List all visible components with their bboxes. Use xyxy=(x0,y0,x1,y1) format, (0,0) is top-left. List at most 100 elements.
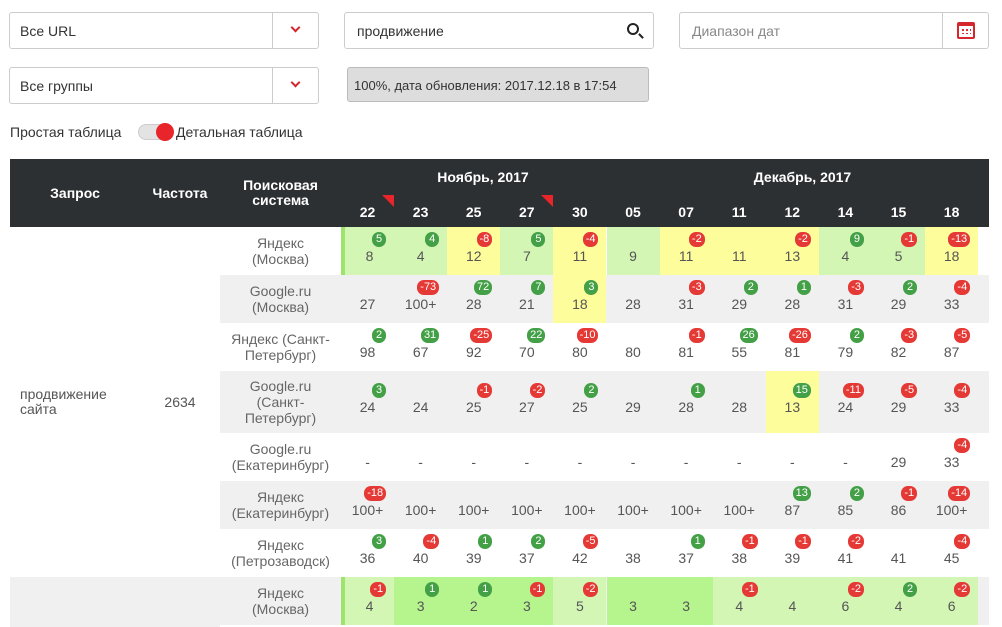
position-cell[interactable]: 13 15 xyxy=(765,371,819,433)
position-cell[interactable]: 3 xyxy=(606,577,660,625)
position-cell[interactable]: 18 -13 xyxy=(925,227,979,275)
header-frequency[interactable]: Частота xyxy=(140,185,220,201)
position-cell[interactable]: 11 -2 xyxy=(659,227,713,275)
position-cell[interactable]: 80 xyxy=(607,323,660,371)
position-cell[interactable]: 3 xyxy=(659,577,713,625)
position-cell[interactable]: 100+ -73 xyxy=(394,275,447,323)
position-cell[interactable]: 33 -4 xyxy=(925,371,978,433)
position-cell[interactable]: 24 xyxy=(394,371,447,433)
position-cell[interactable]: 31 -3 xyxy=(819,275,872,323)
position-cell[interactable]: 27 xyxy=(341,275,394,323)
position-cell[interactable]: 92 -25 xyxy=(447,323,500,371)
position-cell[interactable]: 100+ -18 xyxy=(341,481,394,529)
date-header[interactable]: 18 xyxy=(925,204,978,220)
url-select-toggle[interactable] xyxy=(272,13,318,48)
position-cell[interactable]: 87 13 xyxy=(766,481,819,529)
position-cell[interactable]: 98 2 xyxy=(341,323,394,371)
position-cell[interactable]: - xyxy=(819,433,872,481)
position-cell[interactable]: 3 -1 xyxy=(500,577,554,625)
calendar-button[interactable] xyxy=(942,13,988,48)
position-cell[interactable]: 36 3 xyxy=(341,529,394,577)
date-header[interactable]: 07 xyxy=(660,204,713,220)
position-cell[interactable]: 55 26 xyxy=(713,323,766,371)
position-cell[interactable]: 82 -3 xyxy=(872,323,925,371)
position-cell[interactable]: 29 xyxy=(872,433,925,481)
group-select-toggle[interactable] xyxy=(272,68,318,103)
simple-table-label[interactable]: Простая таблица xyxy=(10,124,121,140)
position-cell[interactable]: 12 -8 xyxy=(447,227,501,275)
date-header[interactable]: 11 xyxy=(713,204,766,220)
position-cell[interactable]: 40 -4 xyxy=(394,529,447,577)
group-select[interactable]: Все группы xyxy=(9,67,319,104)
position-cell[interactable]: 37 1 xyxy=(660,529,713,577)
position-cell[interactable]: 100+ xyxy=(713,481,766,529)
date-range-field[interactable] xyxy=(679,12,989,49)
position-cell[interactable]: 11 xyxy=(712,227,766,275)
position-cell[interactable]: 24 -11 xyxy=(819,371,872,433)
position-cell[interactable]: - xyxy=(447,433,500,481)
position-cell[interactable]: 9 xyxy=(606,227,660,275)
position-cell[interactable]: 4 -1 xyxy=(341,577,395,625)
position-cell[interactable]: 4 -1 xyxy=(712,577,766,625)
position-cell[interactable]: 29 2 xyxy=(872,275,925,323)
date-range-input[interactable] xyxy=(690,22,930,40)
position-cell[interactable]: 100+ xyxy=(660,481,713,529)
position-cell[interactable]: 11 -4 xyxy=(553,227,607,275)
position-cell[interactable]: 100+ xyxy=(394,481,447,529)
position-cell[interactable]: 44 xyxy=(394,227,448,275)
view-switch[interactable] xyxy=(138,123,174,141)
position-cell[interactable]: 85 2 xyxy=(819,481,872,529)
position-cell[interactable]: 100+ xyxy=(500,481,553,529)
position-cell[interactable]: 41 xyxy=(872,529,925,577)
position-cell[interactable]: 24 3 xyxy=(341,371,394,433)
position-cell[interactable]: 49 xyxy=(818,227,872,275)
position-cell[interactable]: - xyxy=(500,433,553,481)
note-marker[interactable] xyxy=(382,195,395,207)
position-cell[interactable]: 100+ xyxy=(607,481,660,529)
position-cell[interactable]: 86 -1 xyxy=(872,481,925,529)
position-cell[interactable]: - xyxy=(607,433,660,481)
position-cell[interactable]: 79 2 xyxy=(819,323,872,371)
position-cell[interactable]: 29 2 xyxy=(713,275,766,323)
detailed-table-label[interactable]: Детальная таблица xyxy=(176,124,303,140)
position-cell[interactable]: 33 -4 xyxy=(925,433,978,481)
header-engine[interactable]: Поисковая система xyxy=(224,178,337,208)
position-cell[interactable]: 100+ xyxy=(447,481,500,529)
position-cell[interactable]: 100+ xyxy=(553,481,606,529)
position-cell[interactable]: 70 22 xyxy=(500,323,553,371)
position-cell[interactable]: 85 xyxy=(341,227,395,275)
position-cell[interactable]: 28 xyxy=(607,275,660,323)
position-cell[interactable]: 100+ -14 xyxy=(925,481,978,529)
position-cell[interactable]: 28 1 xyxy=(766,275,819,323)
search-field[interactable] xyxy=(344,12,654,49)
date-header[interactable]: 12 xyxy=(766,204,819,220)
position-cell[interactable]: 87 -5 xyxy=(925,323,978,371)
position-cell[interactable]: 41 -2 xyxy=(819,529,872,577)
position-cell[interactable]: 38 -1 xyxy=(713,529,766,577)
position-cell[interactable]: 29 xyxy=(607,371,660,433)
position-cell[interactable]: 21 xyxy=(447,577,501,625)
position-cell[interactable]: 5 -2 xyxy=(553,577,607,625)
position-cell[interactable]: - xyxy=(660,433,713,481)
date-header[interactable]: 25 xyxy=(447,204,500,220)
position-cell[interactable]: 31 -3 xyxy=(660,275,713,323)
position-cell[interactable]: 25 2 xyxy=(553,371,606,433)
position-cell[interactable]: 31 xyxy=(394,577,448,625)
url-select[interactable]: Все URL xyxy=(9,12,319,49)
position-cell[interactable]: - xyxy=(766,433,819,481)
position-cell[interactable]: - xyxy=(713,433,766,481)
date-header[interactable]: 05 xyxy=(607,204,660,220)
position-cell[interactable]: 5 -1 xyxy=(872,227,926,275)
position-cell[interactable]: 42 -5 xyxy=(553,529,606,577)
search-icon[interactable] xyxy=(627,23,639,35)
position-cell[interactable]: 39 1 xyxy=(447,529,500,577)
position-cell[interactable]: 42 xyxy=(872,577,926,625)
note-marker[interactable] xyxy=(541,195,554,207)
position-cell[interactable]: 81 -1 xyxy=(660,323,713,371)
position-cell[interactable]: 18 3 xyxy=(553,275,607,323)
position-cell[interactable]: 67 31 xyxy=(394,323,447,371)
date-header[interactable]: 14 xyxy=(819,204,872,220)
position-cell[interactable]: 27 -2 xyxy=(500,371,553,433)
position-cell[interactable]: 21 7 xyxy=(500,275,553,323)
position-cell[interactable]: 13 -2 xyxy=(765,227,819,275)
